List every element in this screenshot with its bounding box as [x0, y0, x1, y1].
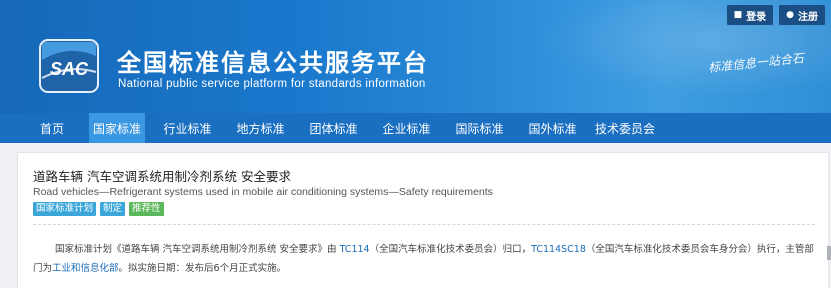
logo-text: SAC [50, 59, 89, 79]
standard-detail-panel: 道路车辆 汽车空调系统用制冷剂系统 安全要求 Road vehicles—Ref… [17, 152, 829, 288]
nav-national-standards[interactable]: 国家标准 [89, 113, 145, 143]
tc114sc18-link[interactable]: TC114SC18 [531, 244, 586, 255]
nav-group-standards[interactable]: 团体标准 [297, 113, 370, 143]
page-scrollbar[interactable] [827, 246, 831, 260]
standard-title-en: Road vehicles—Refrigerant systems used i… [33, 186, 493, 198]
department-link[interactable]: 工业和信息化部 [52, 263, 119, 274]
desc-text-2: （全国汽车标准化技术委员会）归口， [369, 244, 532, 255]
nav-foreign-standards[interactable]: 国外标准 [516, 113, 589, 143]
user-icon: ● [786, 10, 794, 20]
desc-text-1: 国家标准计划《道路车辆 汽车空调系统用制冷剂系统 安全要求》由 [55, 244, 340, 255]
standard-title-cn: 道路车辆 汽车空调系统用制冷剂系统 安全要求 [33, 169, 291, 184]
nav-technical-committees[interactable]: 技术委员会 [589, 113, 661, 143]
nav-enterprise-standards[interactable]: 企业标准 [370, 113, 443, 143]
nav-international-standards[interactable]: 国际标准 [443, 113, 516, 143]
nav-industry-standards[interactable]: 行业标准 [151, 113, 224, 143]
badge-national-plan: 国家标准计划 [33, 202, 97, 216]
tc114-link[interactable]: TC114 [340, 244, 370, 255]
site-header: ■ 登录 ● 注册 SAC 全国标准信息公共服务平台 National publ… [0, 0, 831, 113]
divider [33, 224, 815, 225]
nav-local-standards[interactable]: 地方标准 [224, 113, 297, 143]
site-title-en: National public service platform for sta… [118, 78, 426, 90]
account-buttons: ■ 登录 ● 注册 [726, 5, 825, 25]
desc-text-4: 。拟实施日期：发布后6个月正式实施。 [118, 263, 287, 274]
login-label: 登录 [746, 11, 767, 23]
main-nav: 首页 国家标准 行业标准 地方标准 团体标准 企业标准 国际标准 国外标准 技术… [0, 113, 831, 143]
sac-logo[interactable]: SAC [38, 38, 100, 94]
register-button[interactable]: ● 注册 [779, 5, 825, 25]
badge-formulate: 制定 [100, 202, 126, 216]
badge-recommended: 推荐性 [129, 202, 164, 216]
lock-icon: ■ [733, 10, 743, 20]
standard-description: 国家标准计划《道路车辆 汽车空调系统用制冷剂系统 安全要求》由 TC114（全国… [33, 240, 823, 278]
site-title-cn: 全国标准信息公共服务平台 [117, 49, 429, 77]
register-label: 注册 [798, 11, 818, 23]
standard-badges: 国家标准计划 制定 推荐性 [33, 202, 164, 216]
login-button[interactable]: ■ 登录 [726, 5, 774, 25]
